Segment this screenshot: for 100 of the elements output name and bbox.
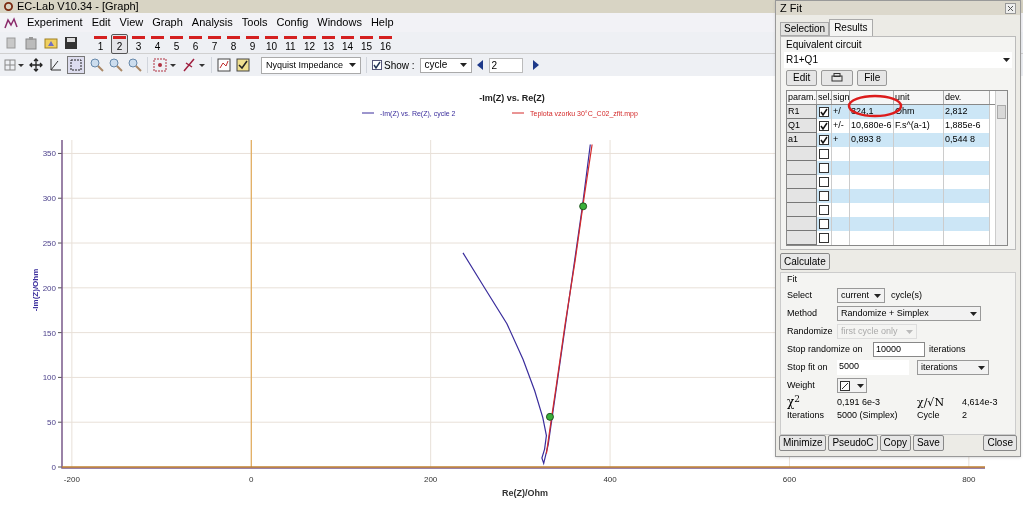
points-icon[interactable] <box>153 58 177 72</box>
field-label: Iterations <box>787 411 826 420</box>
caret-icon <box>906 329 913 334</box>
trace-tab[interactable]: 11 <box>282 33 299 54</box>
row-header[interactable] <box>787 189 817 204</box>
caret-icon <box>874 293 881 298</box>
column-header[interactable]: sel. <box>817 91 832 105</box>
weight-dropdown[interactable] <box>837 378 867 393</box>
column-header[interactable]: param. <box>787 91 817 105</box>
dialog-button[interactable]: Save <box>912 435 944 451</box>
axes-icon[interactable] <box>48 58 62 72</box>
save-icon[interactable] <box>64 35 78 50</box>
next-icon[interactable] <box>531 60 539 70</box>
file-button[interactable]: Edit <box>786 70 818 87</box>
row-header[interactable] <box>787 217 817 232</box>
zoom-in-icon[interactable] <box>90 58 104 72</box>
close-icon[interactable] <box>1005 2 1016 14</box>
dialog-button[interactable]: Minimize <box>779 435 827 451</box>
trace-tab[interactable]: 5 <box>168 33 185 54</box>
menu-item[interactable]: Analysis <box>191 17 233 28</box>
row-header[interactable] <box>787 161 817 176</box>
chart-settings-icon[interactable] <box>217 58 231 72</box>
zoom-box-icon[interactable] <box>67 56 85 74</box>
menu-item[interactable]: Experiment <box>27 17 83 28</box>
dropdown[interactable]: current <box>837 288 885 303</box>
input-field[interactable]: 10000 <box>873 342 925 357</box>
calculate-button[interactable]: Calculate <box>780 253 830 270</box>
menu-item[interactable]: Help <box>370 17 394 28</box>
tab[interactable]: Selection <box>780 22 830 37</box>
show-label: Show : <box>384 58 415 73</box>
menu-item[interactable]: Edit <box>91 17 111 28</box>
trace-tab[interactable]: 12 <box>301 33 318 54</box>
trace-tab[interactable]: 3 <box>130 33 147 54</box>
show-checkbox[interactable] <box>372 60 382 70</box>
row-header[interactable] <box>787 231 817 246</box>
field-label: Stop fit on <box>787 363 829 372</box>
zoom-out-icon[interactable] <box>109 58 123 72</box>
row-header[interactable] <box>787 175 817 190</box>
dialog-button[interactable]: Close <box>983 435 1017 451</box>
column-header[interactable]: sign <box>832 91 850 105</box>
trace-tab[interactable]: 10 <box>263 33 280 54</box>
field-value: 2 <box>962 411 967 420</box>
table-cell <box>894 133 944 148</box>
x-tick-label: 800 <box>962 475 976 484</box>
field-label: Select <box>787 291 813 300</box>
trace-tab[interactable]: 4 <box>149 33 166 54</box>
cursor-icon[interactable] <box>182 58 206 72</box>
column-header[interactable]: unit <box>894 91 944 105</box>
dropdown[interactable]: Randomize + Simplex <box>837 306 981 321</box>
dialog-button[interactable]: Copy <box>879 435 911 451</box>
scrollbar[interactable] <box>995 91 1007 246</box>
cycle-input[interactable]: 2 <box>488 57 523 73</box>
section-label: Fit <box>787 274 798 285</box>
trace-tab[interactable]: 8 <box>225 33 242 54</box>
x-tick-label: 400 <box>603 475 617 484</box>
row-header[interactable]: Q1 <box>787 119 817 134</box>
column-header[interactable]: dev. <box>944 91 990 105</box>
previous-icon[interactable] <box>476 60 484 70</box>
circuit-dropdown[interactable]: R1+Q1 <box>784 52 1012 69</box>
trace-tab[interactable]: 13 <box>320 33 337 54</box>
table-cell <box>850 161 894 176</box>
open-file-icon[interactable] <box>44 35 58 50</box>
table-cell <box>944 217 990 232</box>
field-label: Randomize <box>787 327 834 336</box>
input-field[interactable]: 5000 <box>837 360 909 375</box>
trace-tab[interactable]: 2 <box>111 33 128 54</box>
scrollbar-thumb[interactable] <box>997 105 1006 120</box>
trace-tab[interactable]: 7 <box>206 33 223 54</box>
menu-item[interactable]: Graph <box>152 17 183 28</box>
graph-icon[interactable] <box>4 16 18 29</box>
grid-icon[interactable] <box>4 59 24 71</box>
trace-tab[interactable]: 16 <box>377 33 394 54</box>
row-header[interactable]: R1 <box>787 105 817 120</box>
menu-item[interactable]: Config <box>276 17 309 28</box>
trace-tab[interactable]: 6 <box>187 33 204 54</box>
row-header[interactable] <box>787 147 817 162</box>
file-button[interactable]: File <box>857 70 888 87</box>
y-axis-label: -Im(Z)/Ohm <box>31 268 40 312</box>
dropdown[interactable]: iterations <box>917 360 989 375</box>
row-header[interactable] <box>787 203 817 218</box>
print-button[interactable] <box>821 70 854 87</box>
checklist-icon[interactable] <box>236 58 250 72</box>
tab[interactable]: Results <box>829 19 873 37</box>
trace-tab[interactable]: 9 <box>244 33 261 54</box>
dialog-button[interactable]: PseudoC <box>828 435 878 451</box>
trace-tab[interactable]: 14 <box>339 33 356 54</box>
table-cell: 1,885e-6 <box>944 119 990 134</box>
menu-item[interactable]: View <box>119 17 144 28</box>
chart-title: -Im(Z) vs. Re(Z) <box>479 93 545 103</box>
x-tick-label: 200 <box>424 475 438 484</box>
plot-type-dropdown[interactable]: Nyquist Impedance <box>261 56 361 74</box>
trace-tab[interactable]: 1 <box>92 33 109 54</box>
show-mode-dropdown[interactable]: cycle <box>419 57 472 73</box>
zoom-fit-icon[interactable] <box>128 58 142 72</box>
table-cell: +/ <box>832 105 850 120</box>
menu-item[interactable]: Tools <box>241 17 268 28</box>
trace-tab[interactable]: 15 <box>358 33 375 54</box>
menu-item[interactable]: Windows <box>317 17 362 28</box>
move-icon[interactable] <box>29 58 43 72</box>
row-header[interactable]: a1 <box>787 133 817 148</box>
